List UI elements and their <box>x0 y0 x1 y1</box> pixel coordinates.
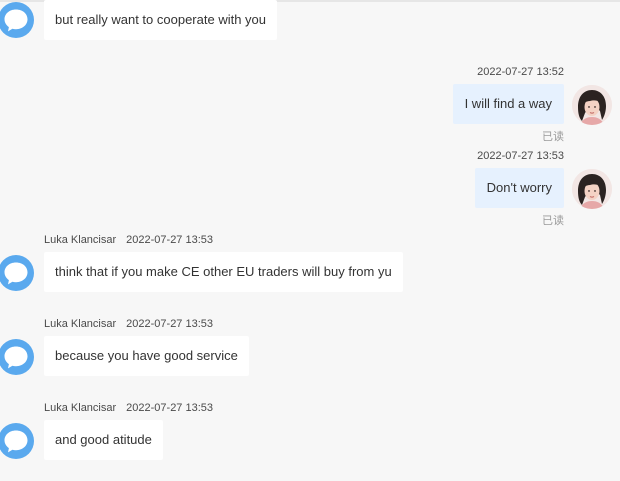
message-bubble: and good atitude <box>44 420 163 460</box>
sender-name: Luka Klancisar <box>44 318 117 330</box>
message-timestamp: 2022-07-27 13:53 <box>477 150 564 162</box>
message-bubble: but really want to cooperate with you <box>44 0 278 40</box>
message-bubble: think that if you make CE other EU trade… <box>44 252 403 292</box>
message-bubble: I will find a way <box>452 84 564 124</box>
message-bubble: Don't worry <box>474 168 564 208</box>
chat-bubble-avatar-icon[interactable] <box>0 338 35 376</box>
message-meta: Luka Klancisar 2022-07-27 13:53 <box>44 402 213 414</box>
read-status: 已读 <box>542 131 564 143</box>
sender-name: Luka Klancisar <box>44 234 117 246</box>
message-meta: Luka Klancisar 2022-07-27 13:53 <box>44 234 213 246</box>
chat-bubble-avatar-icon[interactable] <box>0 1 35 39</box>
chat-bubble-avatar-icon[interactable] <box>0 422 35 460</box>
message-meta: Luka Klancisar 2022-07-27 13:53 <box>44 318 213 330</box>
sender-name: Luka Klancisar <box>44 402 117 414</box>
user-photo-avatar[interactable] <box>572 85 612 125</box>
message-timestamp: 2022-07-27 13:53 <box>126 234 214 246</box>
message-timestamp: 2022-07-27 13:53 <box>126 402 214 414</box>
read-status: 已读 <box>542 215 564 227</box>
message-timestamp: 2022-07-27 13:52 <box>477 66 564 78</box>
message-bubble: because you have good service <box>44 336 249 376</box>
chat-bubble-avatar-icon[interactable] <box>0 254 35 292</box>
user-photo-avatar[interactable] <box>572 169 612 209</box>
chat-message-list[interactable]: but really want to cooperate with you 20… <box>0 0 620 481</box>
message-timestamp: 2022-07-27 13:53 <box>126 318 214 330</box>
